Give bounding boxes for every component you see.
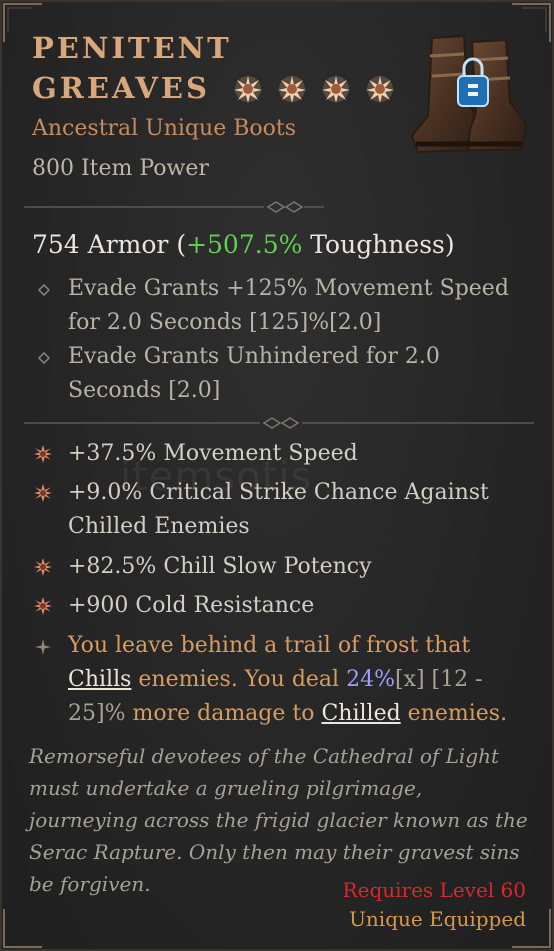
item-power: 800 Item Power [32, 156, 209, 181]
chilled-keyword[interactable]: Chilled [321, 701, 400, 726]
flavor-text: Remorseful devotees of the Cathedral of … [29, 744, 528, 896]
rank-star-icon [277, 74, 307, 104]
rank-star-icon [233, 74, 263, 104]
armor-value: 754 Armor (+507.5% Toughness) [32, 230, 455, 259]
unique-power-icon [35, 639, 51, 655]
affix-4: +900 Cold Resistance [68, 593, 315, 618]
item-title-line1: PENITENT [32, 31, 232, 65]
rank-star-icon [365, 74, 395, 104]
implicit-1-line2: for 2.0 Seconds [125]%[2.0] [68, 310, 382, 335]
affix-1: +37.5% Movement Speed [68, 441, 358, 466]
item-type: Ancestral Unique Boots [32, 116, 296, 141]
boots-image [410, 34, 528, 154]
item-title-line2: GREAVES [32, 71, 210, 105]
diamond-bullet-icon [38, 352, 50, 364]
affix-bullet-icon [34, 445, 52, 467]
rank-star-icon [321, 74, 351, 104]
item-tooltip: PENITENT GREAVES Ancestral Unique Boots … [0, 0, 554, 951]
affix-2-line1: +9.0% Critical Strike Chance Against [68, 480, 489, 505]
rank-stars [233, 70, 409, 110]
unique-power-value: 24% [346, 667, 395, 692]
chills-keyword[interactable]: Chills [68, 667, 131, 692]
implicit-2-line2: Seconds [2.0] [68, 378, 221, 403]
affix-2-line2: Chilled Enemies [68, 514, 250, 539]
affix-bullet-icon [34, 597, 52, 619]
unique-power: You leave behind a trail of frost that Ch… [68, 633, 508, 726]
implicit-1-line1: Evade Grants +125% Movement Speed [68, 276, 509, 301]
affix-bullet-icon [34, 484, 52, 506]
unique-equipped-notice: Unique Equipped [349, 907, 526, 931]
level-requirement: Requires Level 60 [342, 878, 526, 902]
item-title: PENITENT GREAVES [32, 28, 412, 110]
toughness-value: +507.5% [186, 230, 303, 259]
implicit-2-line1: Evade Grants Unhindered for 2.0 [68, 344, 440, 369]
divider-middle [24, 417, 534, 429]
affix-bullet-icon [34, 558, 52, 580]
divider-top [24, 201, 324, 213]
affix-3: +82.5% Chill Slow Potency [68, 554, 372, 579]
diamond-bullet-icon [38, 284, 50, 296]
